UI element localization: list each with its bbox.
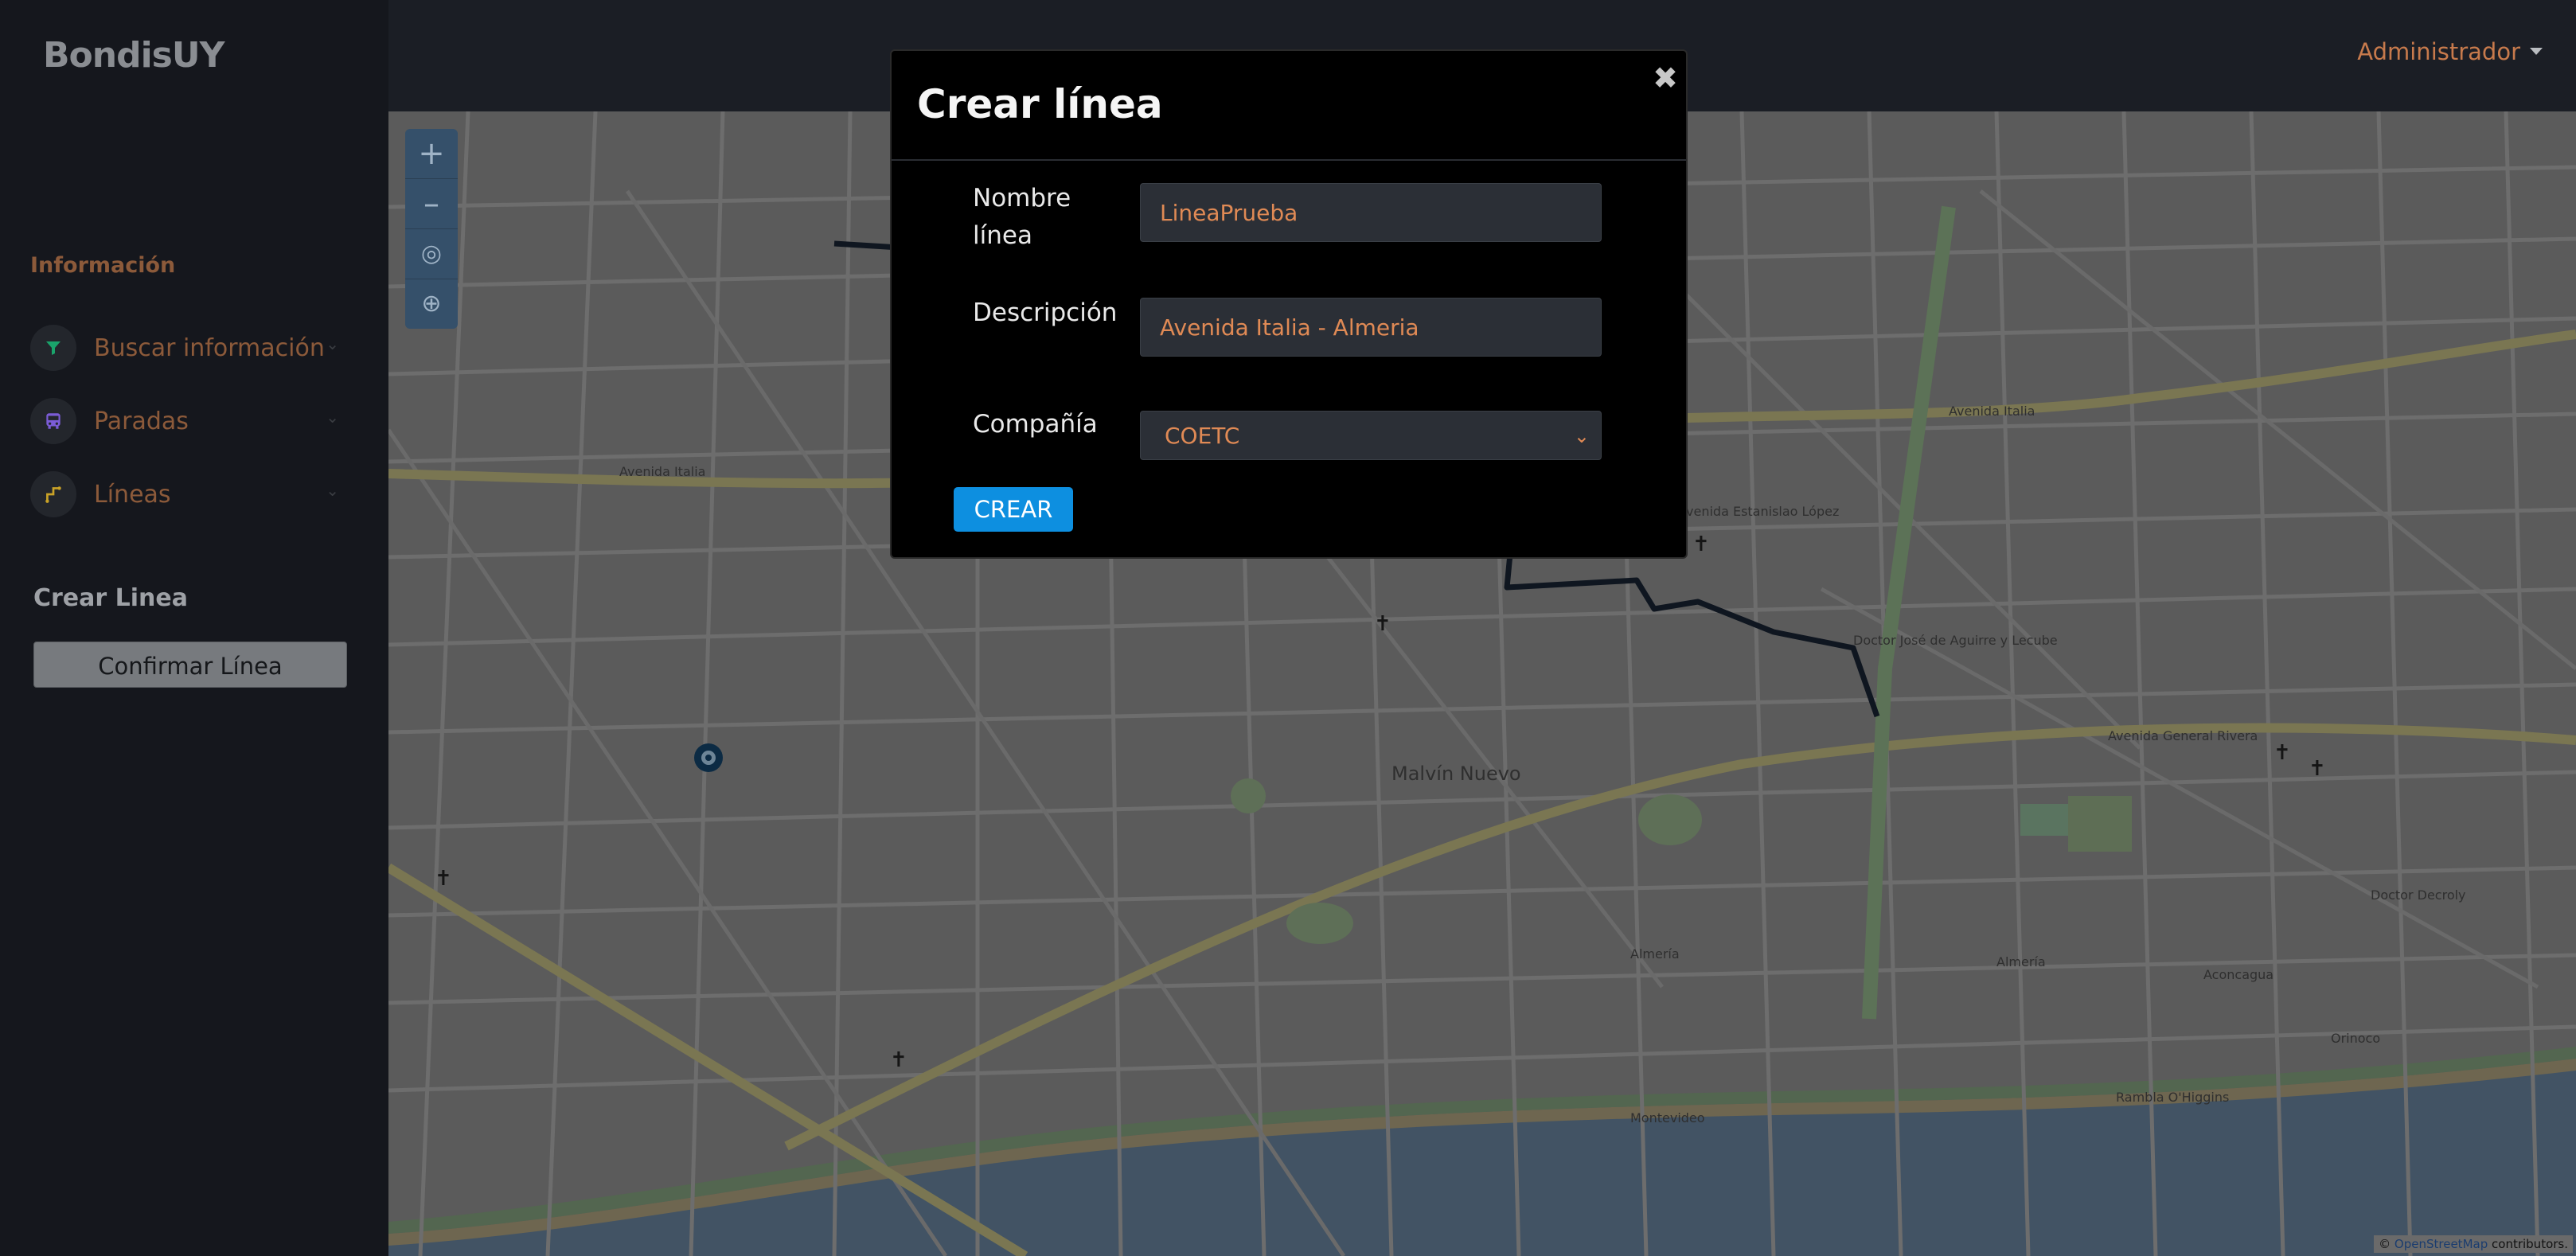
svg-text:Doctor Decroly: Doctor Decroly: [2371, 887, 2466, 903]
svg-text:✝: ✝: [890, 1048, 907, 1072]
locate-alt-icon[interactable]: ⊕: [405, 279, 458, 329]
svg-text:✝: ✝: [1374, 612, 1391, 636]
zoom-in-button[interactable]: +: [405, 129, 458, 179]
nombre-linea-input[interactable]: LineaPrueba: [1140, 183, 1602, 242]
brand-logo[interactable]: BondisUY: [43, 35, 224, 76]
attribution-suffix: contributors.: [2492, 1237, 2568, 1251]
svg-text:Avenida Italia: Avenida Italia: [1949, 404, 2035, 419]
svg-text:Avenida General Rivera: Avenida General Rivera: [2108, 728, 2258, 743]
svg-text:Montevideo: Montevideo: [1630, 1110, 1705, 1125]
crear-linea-title: Crear Linea: [33, 584, 188, 612]
map-zoom-control[interactable]: + – ◎ ⊕: [405, 129, 458, 329]
svg-text:Doctor José de Aguirre y Lecub: Doctor José de Aguirre y Lecube: [1853, 633, 2058, 648]
svg-text:Avenida Italia: Avenida Italia: [619, 464, 705, 479]
chevron-down-icon: ⌄: [326, 408, 339, 427]
close-icon[interactable]: ✖: [1653, 60, 1678, 96]
svg-text:✝: ✝: [2274, 741, 2291, 765]
location-marker-icon: [694, 743, 723, 772]
route-icon: [30, 471, 76, 517]
locate-icon[interactable]: ◎: [405, 229, 458, 279]
modal-title: Crear línea: [917, 81, 1163, 127]
svg-text:Avenida Estanislao López: Avenida Estanislao López: [1678, 504, 1839, 519]
chevron-down-icon: ⌄: [326, 481, 339, 500]
sidebar-item-paradas[interactable]: Paradas ⌄: [30, 393, 341, 449]
section-title-informacion: Información: [30, 253, 176, 278]
zoom-out-button[interactable]: –: [405, 179, 458, 229]
svg-text:Almería: Almería: [1630, 946, 1680, 962]
sidebar-item-label: Buscar información: [94, 334, 325, 362]
descripcion-input[interactable]: Avenida Italia - Almeria: [1140, 298, 1602, 357]
nombre-linea-label: Nombre línea: [973, 184, 1071, 250]
map-attribution: © OpenStreetMap contributors.: [2374, 1235, 2573, 1253]
chevron-down-icon: ⌄: [1573, 425, 1590, 447]
sidebar-item-label: Líneas: [94, 480, 171, 509]
crear-button[interactable]: CREAR: [954, 487, 1073, 532]
crear-linea-modal: Crear línea ✖ Nombre línea LineaPrueba D…: [890, 49, 1688, 559]
svg-text:Aconcagua: Aconcagua: [2203, 967, 2274, 982]
svg-text:Orinoco: Orinoco: [2331, 1031, 2380, 1046]
svg-text:✝: ✝: [1692, 532, 1710, 556]
svg-text:Almería: Almería: [1996, 954, 2046, 969]
svg-text:Rambla O'Higgins: Rambla O'Higgins: [2116, 1090, 2229, 1105]
compania-label: Compañía: [973, 410, 1098, 439]
filter-icon: [30, 325, 76, 371]
descripcion-label: Descripción: [973, 298, 1118, 327]
caret-down-icon[interactable]: [2530, 48, 2543, 55]
compania-selected-value: COETC: [1165, 423, 1240, 449]
modal-divider: [892, 159, 1686, 161]
svg-text:✝: ✝: [2309, 757, 2326, 781]
sidebar-item-label: Paradas: [94, 407, 189, 435]
svg-text:Malvín Nuevo: Malvín Nuevo: [1391, 763, 1521, 785]
openstreetmap-link[interactable]: OpenStreetMap: [2395, 1237, 2488, 1251]
compania-select[interactable]: COETC ⌄: [1140, 411, 1602, 460]
bus-icon: [30, 398, 76, 444]
confirm-line-button[interactable]: Confirmar Línea: [33, 642, 347, 688]
sidebar-item-lineas[interactable]: Líneas ⌄: [30, 466, 341, 522]
user-menu[interactable]: Administrador: [2357, 38, 2520, 65]
svg-text:✝: ✝: [435, 867, 452, 891]
chevron-down-icon: ⌄: [326, 334, 339, 353]
sidebar: BondisUY Información Buscar información …: [0, 0, 388, 1256]
attribution-prefix: ©: [2379, 1237, 2391, 1251]
sidebar-item-buscar-informacion[interactable]: Buscar información ⌄: [30, 320, 341, 376]
